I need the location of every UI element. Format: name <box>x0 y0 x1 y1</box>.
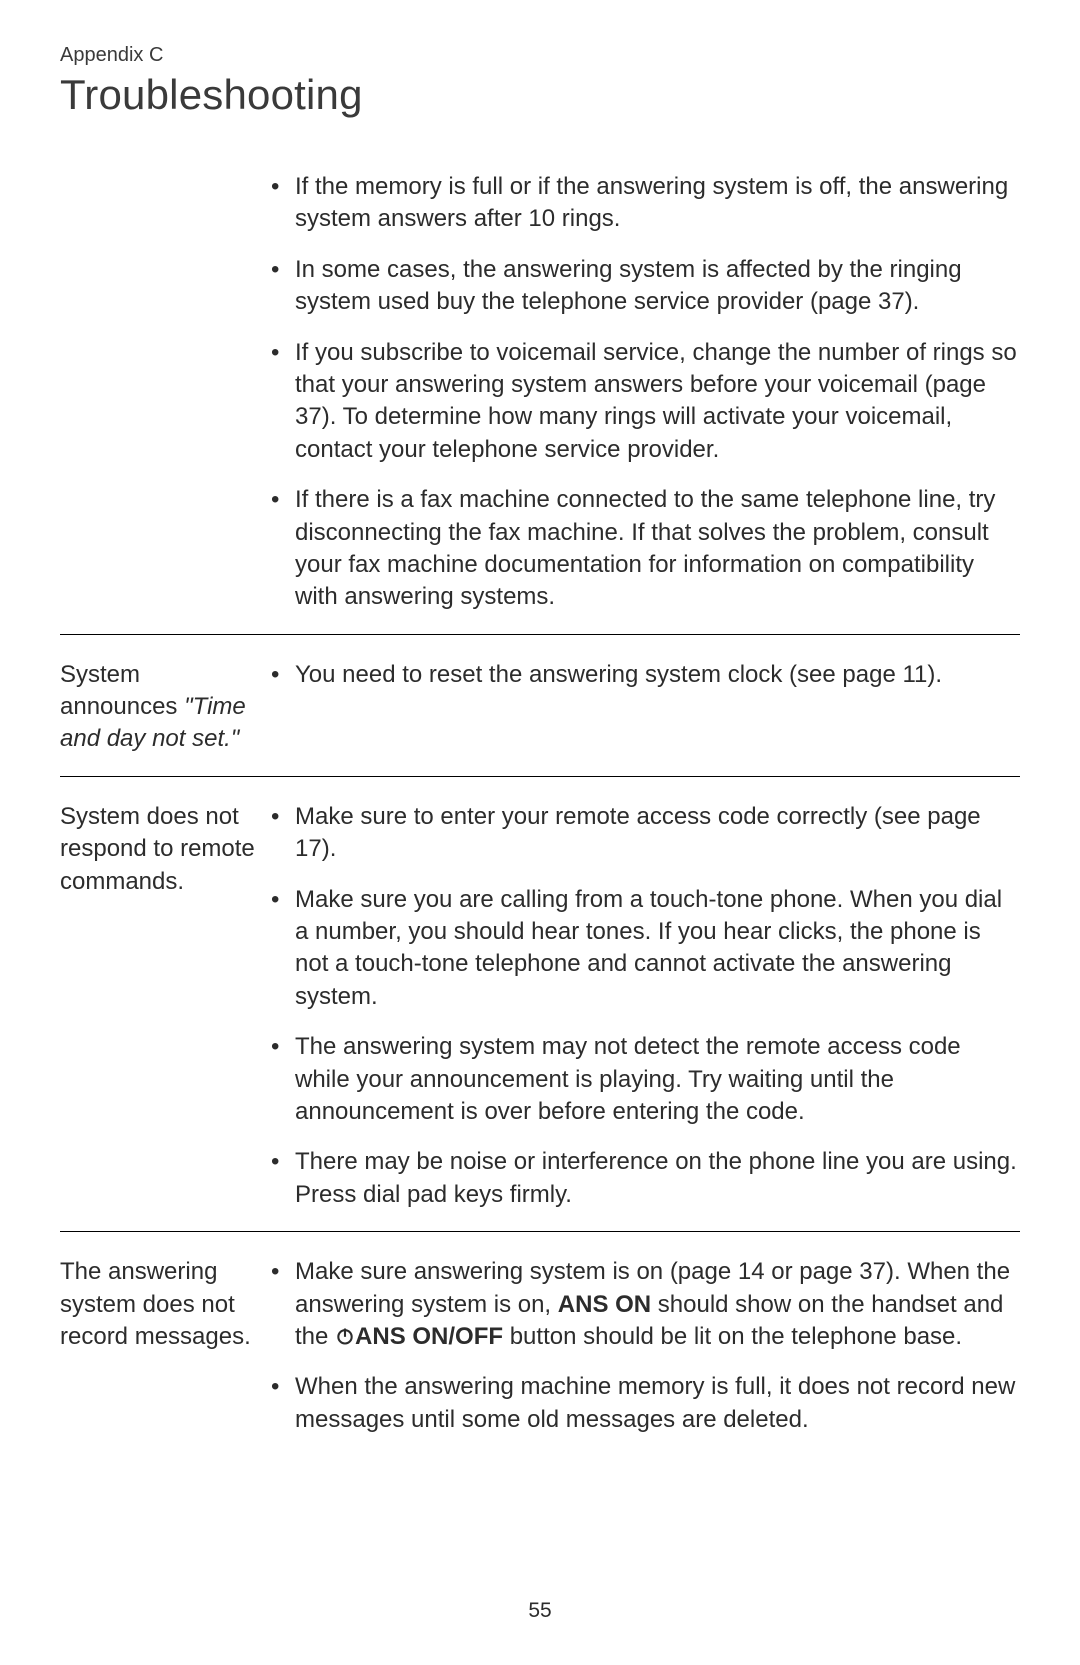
list-item: If you subscribe to voicemail service, c… <box>265 337 1020 467</box>
solutions-list: Make sure to enter your remote access co… <box>265 801 1020 1211</box>
solutions-cell: Make sure to enter your remote access co… <box>265 801 1020 1211</box>
power-icon <box>335 1326 355 1346</box>
text-fragment: In some cases, the answering system is a… <box>295 256 962 315</box>
list-item: When the answering machine memory is ful… <box>265 1371 1020 1436</box>
text-fragment: Make sure to enter your remote access co… <box>295 803 981 862</box>
page-number: 55 <box>0 1599 1080 1623</box>
problem-cell: System does not respond to remote comman… <box>60 801 265 1211</box>
list-item: Make sure answering system is on (page 1… <box>265 1256 1020 1353</box>
problem-cell: System announces "Time and day not set." <box>60 659 265 756</box>
solutions-list: If the memory is full or if the answerin… <box>265 171 1020 614</box>
list-item: There may be noise or interference on th… <box>265 1146 1020 1211</box>
page-title: Troubleshooting <box>60 71 1020 119</box>
table-row: System announces "Time and day not set."… <box>60 635 1020 776</box>
text-fragment: button should be lit on the telephone ba… <box>503 1323 962 1350</box>
solutions-list: Make sure answering system is on (page 1… <box>265 1256 1020 1436</box>
text-fragment: Make sure you are calling from a touch-t… <box>295 886 1002 1010</box>
problem-cell: The answering system does not record mes… <box>60 1256 265 1436</box>
text-fragment: The answering system may not detect the … <box>295 1033 961 1125</box>
text-fragment: If the memory is full or if the answerin… <box>295 173 1008 232</box>
text-fragment: System announces <box>60 661 184 720</box>
text-fragment: The answering system does not record mes… <box>60 1258 251 1350</box>
text-fragment: ANS ON <box>558 1291 651 1318</box>
solutions-cell: You need to reset the answering system c… <box>265 659 1020 756</box>
text-fragment: If there is a fax machine connected to t… <box>295 486 995 610</box>
solutions-cell: Make sure answering system is on (page 1… <box>265 1256 1020 1436</box>
text-fragment: ANS ON/OFF <box>355 1323 503 1350</box>
table-row: If the memory is full or if the answerin… <box>60 147 1020 634</box>
list-item: The answering system may not detect the … <box>265 1031 1020 1128</box>
list-item: You need to reset the answering system c… <box>265 659 1020 691</box>
list-item: In some cases, the answering system is a… <box>265 254 1020 319</box>
table-row: System does not respond to remote comman… <box>60 777 1020 1231</box>
solutions-cell: If the memory is full or if the answerin… <box>265 171 1020 614</box>
list-item: Make sure you are calling from a touch-t… <box>265 884 1020 1014</box>
text-fragment: If you subscribe to voicemail service, c… <box>295 339 1017 463</box>
page: Appendix C Troubleshooting If the memory… <box>0 0 1080 1665</box>
text-fragment: System does not respond to remote comman… <box>60 803 255 895</box>
list-item: If the memory is full or if the answerin… <box>265 171 1020 236</box>
list-item: Make sure to enter your remote access co… <box>265 801 1020 866</box>
solutions-list: You need to reset the answering system c… <box>265 659 1020 691</box>
troubleshooting-table: If the memory is full or if the answerin… <box>60 147 1020 1456</box>
appendix-label: Appendix C <box>60 44 1020 67</box>
list-item: If there is a fax machine connected to t… <box>265 484 1020 614</box>
text-fragment: You need to reset the answering system c… <box>295 661 942 688</box>
text-fragment: When the answering machine memory is ful… <box>295 1373 1015 1432</box>
table-row: The answering system does not record mes… <box>60 1232 1020 1456</box>
text-fragment: There may be noise or interference on th… <box>295 1148 1017 1207</box>
problem-cell <box>60 171 265 614</box>
